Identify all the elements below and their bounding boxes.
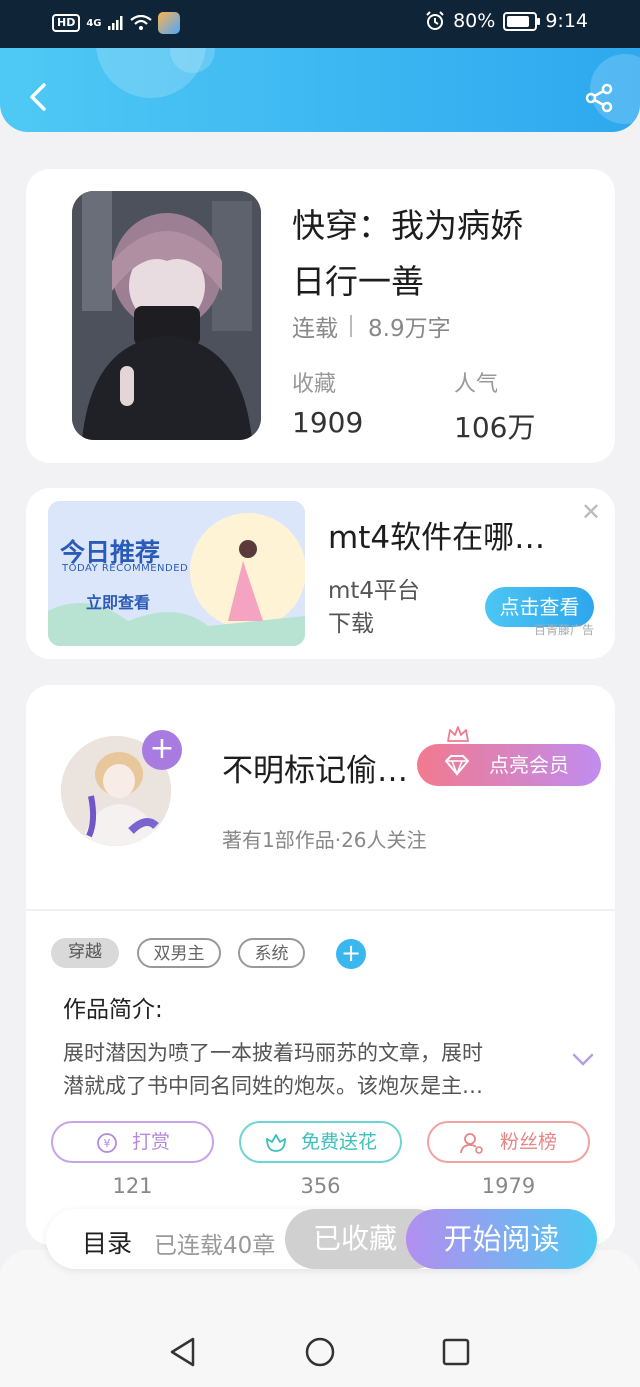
flower-count: 356	[300, 1174, 341, 1198]
status-bar: HD 4G 80% 9:14	[0, 0, 640, 48]
top-header	[0, 48, 640, 132]
reward-label: 打赏	[132, 1131, 171, 1153]
serial-status: 连载	[292, 316, 338, 342]
nav-recents-icon[interactable]	[441, 1337, 471, 1367]
status-right: 80% 9:14	[425, 10, 588, 32]
ad-image-subtitle: TODAY RECOMMENDED	[62, 563, 189, 574]
app-notification-icon	[157, 12, 180, 34]
intro-heading: 作品简介:	[63, 997, 163, 1023]
network-label: 4G	[86, 17, 102, 29]
ad-title[interactable]: mt4软件在哪…	[328, 512, 545, 557]
chapter-count: 已连载40章	[154, 1233, 276, 1259]
intro-text[interactable]: 展时潜因为喷了一本披着玛丽苏的文章，展时 潜就成了书中同名同姓的炮灰。该炮灰是主…	[63, 1037, 563, 1103]
send-flower-button[interactable]: 免费送花	[239, 1121, 402, 1163]
ad-source: 百青藤广告	[534, 623, 595, 637]
popularity-label: 人气	[454, 372, 499, 397]
ad-image-cta: 立即查看	[86, 593, 151, 612]
cover-illustration	[72, 191, 261, 440]
vip-member-button[interactable]: 点亮会员	[417, 744, 601, 786]
intro-line2: 潜就成了书中同名同姓的炮灰。该炮灰是主…	[63, 1074, 483, 1098]
intro-line1: 展时潜因为喷了一本披着玛丽苏的文章，展时	[63, 1041, 483, 1065]
signal-icon	[107, 16, 123, 30]
section-divider	[26, 909, 615, 911]
share-icon[interactable]	[583, 82, 615, 114]
svg-text:¥: ¥	[104, 1137, 111, 1150]
back-icon[interactable]	[26, 82, 48, 112]
vip-button-label: 点亮会员	[489, 753, 569, 777]
collect-label: 收藏	[292, 372, 337, 397]
status-left: HD 4G	[52, 12, 180, 34]
book-cover-image[interactable]	[72, 191, 261, 440]
start-reading-button[interactable]: 开始阅读	[406, 1209, 597, 1269]
reward-count: 121	[112, 1174, 153, 1198]
ad-subtitle-line2: 下载	[328, 611, 374, 637]
battery-percent: 80%	[453, 10, 496, 32]
reward-button[interactable]: ¥ 打赏	[51, 1121, 214, 1163]
author-name[interactable]: 不明标记偷…	[222, 745, 408, 790]
hd-badge: HD	[52, 14, 81, 32]
nav-home-icon[interactable]	[304, 1336, 336, 1368]
close-icon[interactable]: ✕	[581, 498, 601, 526]
wifi-icon	[129, 15, 152, 30]
fan-ranking-button[interactable]: 粉丝榜	[427, 1121, 590, 1163]
crown-icon	[447, 726, 469, 742]
collect-value: 1909	[292, 406, 364, 439]
coin-icon: ¥	[97, 1133, 117, 1153]
battery-icon	[503, 11, 541, 31]
tag-item[interactable]: 穿越	[51, 938, 119, 968]
author-info: 著有1部作品·26人关注	[222, 828, 427, 852]
clock-time: 9:14	[545, 10, 588, 32]
add-tag-button[interactable]: +	[336, 939, 366, 969]
follow-author-button[interactable]: +	[142, 730, 182, 770]
book-title-line1: 快穿：我为病娇	[292, 206, 523, 245]
tag-item[interactable]: 系统	[238, 938, 305, 968]
book-status-row: 连载 8.9万字	[292, 309, 451, 343]
popularity-value: 106万	[454, 411, 536, 444]
flower-icon	[266, 1134, 286, 1152]
word-count: 8.9万字	[368, 316, 451, 342]
book-title-line2: 日行一善	[292, 262, 424, 301]
toc-button[interactable]: 目录	[82, 1224, 132, 1260]
status-divider	[350, 315, 352, 337]
fan-ranking-label: 粉丝榜	[500, 1131, 558, 1153]
tag-item[interactable]: 双男主	[137, 938, 221, 968]
fan-count: 1979	[481, 1174, 536, 1198]
ad-subtitle: mt4平台 下载	[328, 575, 420, 641]
book-title: 快穿：我为病娇 日行一善	[292, 198, 592, 310]
send-flower-label: 免费送花	[301, 1131, 378, 1153]
alarm-icon	[426, 11, 444, 30]
user-icon	[460, 1133, 483, 1154]
chevron-down-icon[interactable]	[571, 1052, 595, 1068]
diamond-icon	[445, 755, 469, 776]
ad-image[interactable]: 今日推荐 TODAY RECOMMENDED 立即查看	[48, 501, 305, 646]
system-nav-bar	[0, 1250, 640, 1387]
nav-back-icon[interactable]	[168, 1336, 198, 1368]
ad-subtitle-line1: mt4平台	[328, 578, 421, 604]
